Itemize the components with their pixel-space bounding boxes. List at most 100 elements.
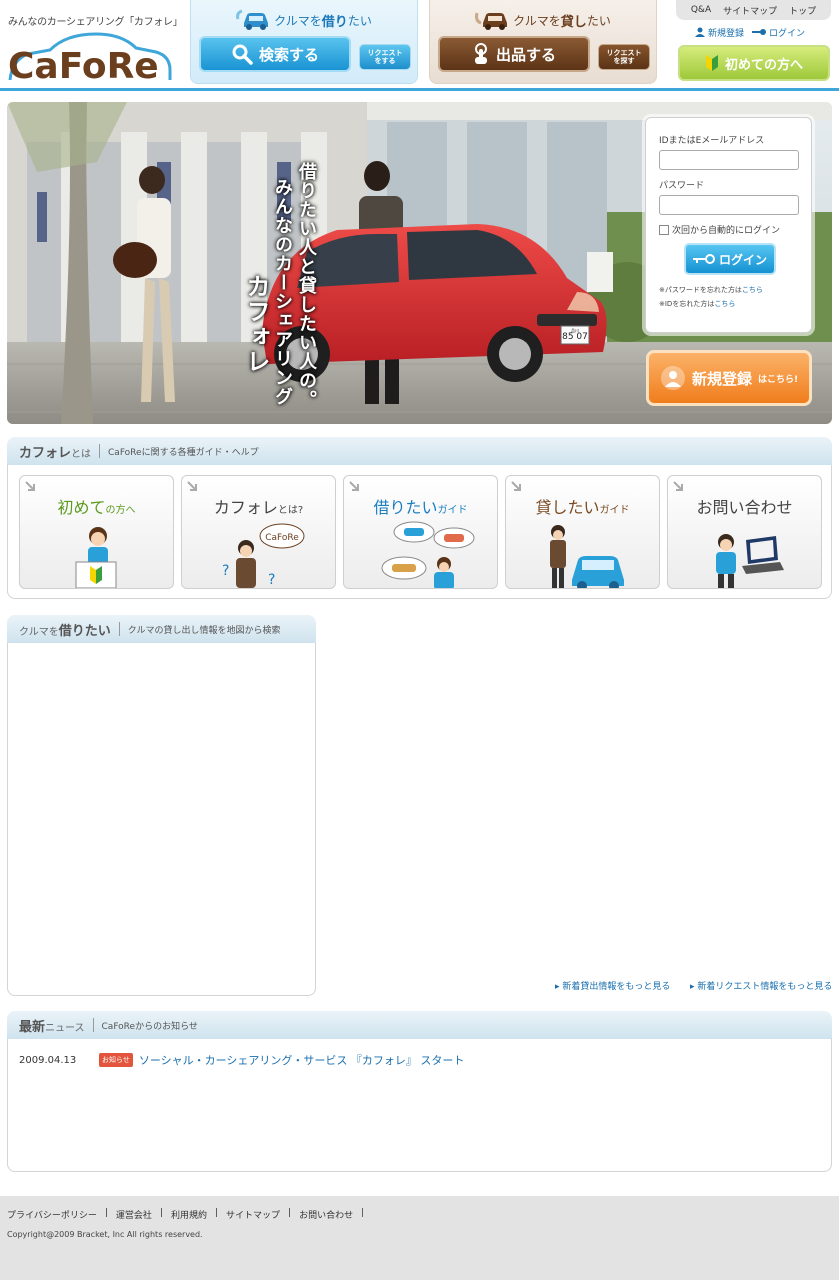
site-logo[interactable]: CaFoRe [6,30,174,87]
footer-link-company[interactable]: 運営会社 [116,1208,152,1221]
guide-card-title-main: 借りたい [373,498,438,517]
key-icon [752,29,767,35]
news-title-link[interactable]: ソーシャル・カーシェアリング・サービス 『カフォレ』 スタート [139,1052,465,1068]
lend-request-line2: を探す [613,57,635,65]
lend-panel-title: クルマを 貸し たい [430,8,656,32]
more-lend-link[interactable]: ▸ 新着貸出情報をもっと見る [555,979,670,992]
lend-title-post: たい [586,13,611,28]
guide-title-main: カフォレ [19,445,72,461]
guide-card-title: お問い合わせ [668,494,821,518]
arrow-icon [511,481,521,491]
guide-card-contact[interactable]: お問い合わせ [667,475,822,589]
user-circle-icon [660,366,685,390]
guide-card-about[interactable]: カフォレとは? CaFoRe ? ? [181,475,336,589]
pointer-hand-icon [474,43,487,64]
register-link[interactable]: 新規登録 [695,26,744,39]
first-time-button[interactable]: 初めての方へ [678,45,830,81]
util-link-qa[interactable]: Q&A [691,5,711,15]
guide-section-header: カフォレとは CaFoReに関する各種ガイド・ヘルプ [7,437,832,465]
guide-card-title: 借りたいガイド [344,494,497,518]
util-link-top[interactable]: トップ [789,4,816,17]
guide-card-title: 貸したいガイド [506,494,659,518]
copyright: Copyright@2009 Bracket, Inc All rights r… [7,1230,203,1239]
register-button[interactable]: 新規登録 はこちら! [646,350,812,406]
guide-title-small: とは [71,448,92,460]
footer-link-privacy[interactable]: プライバシーポリシー [7,1208,97,1221]
footer-link-sitemap[interactable]: サイトマップ [226,1208,280,1221]
lend-request-button[interactable]: リクエスト を探す [598,44,650,70]
guide-card-title-main: カフォレ [213,498,278,517]
guide-card-title-small: の方へ [105,505,136,516]
guide-card-title-main: 貸したい [535,498,600,517]
rent-title-post: たい [347,13,372,28]
rent-title-em: 借り [321,14,348,30]
util-link-sitemap[interactable]: サイトマップ [723,4,777,17]
footer-separator: | [288,1208,292,1218]
header-divider [0,88,839,91]
footer-separator: | [214,1208,218,1218]
rent-panel: クルマを 借り たい 検索する リクエスト をする [190,0,418,84]
password-input[interactable] [659,195,799,215]
user-icon [695,27,705,37]
register-button-label: 新規登録 [691,369,752,388]
search-button[interactable]: 検索する [199,36,351,72]
guide-card-rent-guide[interactable]: 借りたいガイド [343,475,498,589]
guide-card-first-time[interactable]: 初めての方へ [19,475,174,589]
footer-link-contact[interactable]: お問い合わせ [299,1208,353,1221]
guide-card-title: 初めての方へ [20,494,173,518]
section-separator [92,1018,94,1032]
rent-map-title: クルマを借りたい [19,620,111,639]
forgot-id-link[interactable]: こちら [714,300,735,308]
auto-login-label: 次回から自動的にログイン [672,226,781,236]
beginner-mark-icon [705,55,718,71]
arrow-icon [187,481,197,491]
login-link[interactable]: ログイン [752,26,805,39]
forgot-password-note: ※パスワードを忘れた方はこちら [659,285,763,295]
site-footer: プライバシーポリシー | 運営会社 | 利用規約 | サイトマップ | お問い合わせ | … [0,1196,839,1280]
footer-link-terms[interactable]: 利用規約 [171,1208,207,1221]
login-button-label: ログイン [718,252,767,267]
car-brown-icon [475,12,508,30]
forgot-password-link[interactable]: こちら [742,286,763,294]
rent-request-button[interactable]: リクエスト をする [359,44,411,70]
svg-text:?: ? [222,563,229,579]
auto-login-checkbox[interactable] [659,224,669,235]
more-lend-label: 新着貸出情報をもっと見る [562,982,671,992]
register-button-sub: はこちら! [757,374,799,385]
password-label: パスワード [659,181,705,191]
rent-guide-illustration [381,521,475,588]
login-form: IDまたはEメールアドレス パスワード 次回から自動的にログイン ログイン ※パ… [645,117,812,333]
arrow-icon [25,481,35,491]
footer-links: プライバシーポリシー | 運営会社 | 利用規約 | サイトマップ | お問い合わせ | [7,1208,372,1221]
guide-card-title: カフォレとは? [182,494,335,518]
news-subtitle: CaFoReからのお知らせ [101,1021,198,1032]
section-separator [118,622,120,636]
rent-map-area[interactable] [7,643,316,996]
register-link-label: 新規登録 [708,28,745,39]
cafore-logo-icon: CaFoRe [8,32,172,87]
login-button[interactable]: ログイン [684,243,776,275]
rent-panel-title: クルマを 借り たい [191,8,417,32]
arrow-icon [349,481,359,491]
more-request-label: 新着リクエスト情報をもっと見る [697,982,833,992]
about-logo-badge: CaFoRe [265,533,299,543]
forgot-id-note: ※IDを忘れた方はこちら [659,299,735,309]
list-car-button-label: 出品する [495,45,556,64]
auto-login-option[interactable]: 次回から自動的にログイン [659,223,780,236]
guide-card-lend-guide[interactable]: 貸したいガイド [505,475,660,589]
rent-map-section-header: クルマを借りたい クルマの貸し出し情報を地図から検索 [7,615,316,643]
news-date: 2009.04.13 [19,1054,77,1066]
more-request-link[interactable]: ▸ 新着リクエスト情報をもっと見る [690,979,832,992]
list-car-button[interactable]: 出品する [438,36,590,72]
rent-request-line1: リクエスト [367,49,403,57]
guide-card-title-main: 初めて [57,498,106,517]
guide-section-subtitle: CaFoReに関する各種ガイド・ヘルプ [108,447,259,458]
rent-title-pre: クルマを [274,13,322,28]
rent-map-title-em: 借りたい [58,623,111,639]
news-title-small: ニュース [45,1022,85,1034]
arrow-icon [673,481,683,491]
id-input[interactable] [659,150,799,170]
lend-guide-illustration [550,525,624,588]
news-section-header: 最新ニュース CaFoReからのお知らせ [7,1011,832,1039]
first-time-button-label: 初めての方へ [724,57,803,73]
